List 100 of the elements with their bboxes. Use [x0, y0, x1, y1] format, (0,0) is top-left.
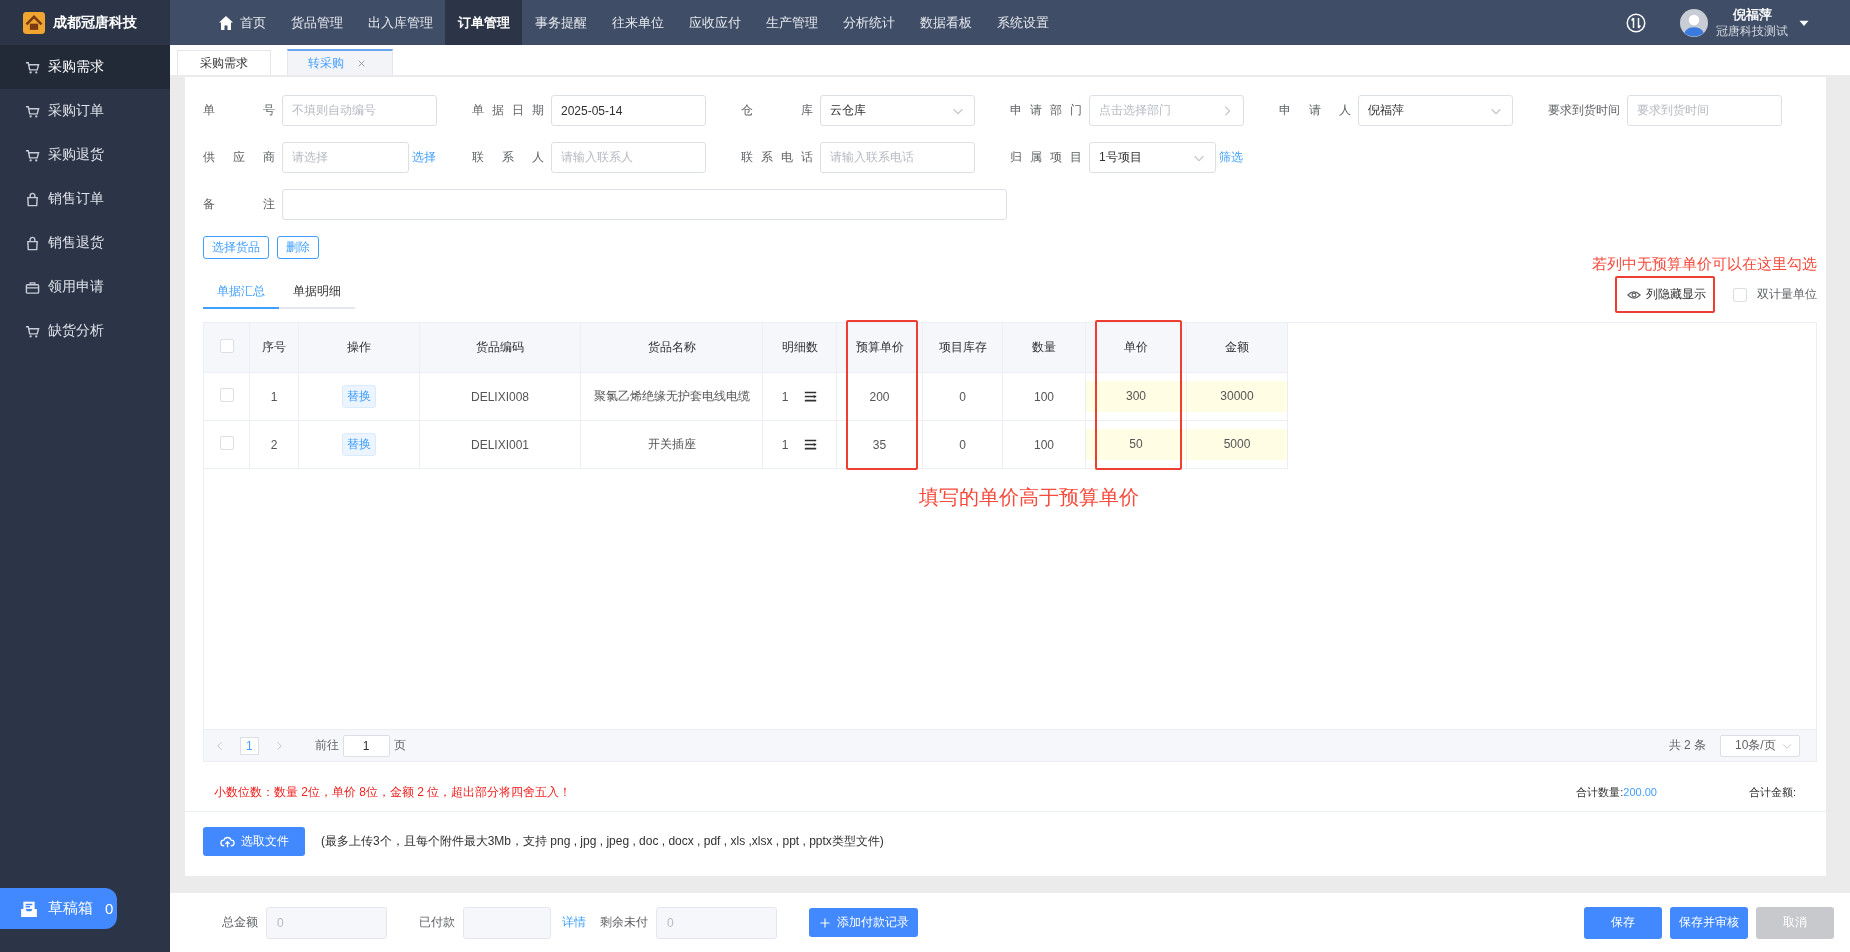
checkbox[interactable] — [219, 339, 234, 353]
field-label: 单据日期 — [472, 102, 544, 119]
column-header: 单价 — [1085, 323, 1187, 373]
detail-count: 1 — [781, 389, 789, 404]
column-header: 数量 — [1002, 323, 1086, 373]
checkbox[interactable] — [219, 388, 234, 402]
nav-item[interactable]: 货品管理 — [278, 0, 355, 45]
field-label: 归属项目 — [1010, 149, 1082, 166]
select-field[interactable]: 云仓库 — [820, 95, 975, 126]
sidebar-item[interactable]: 采购需求 — [0, 45, 170, 89]
field-label: 备注 — [203, 196, 275, 213]
field-label: 申请部门 — [1010, 102, 1082, 119]
detail-count: 1 — [781, 437, 789, 452]
nav-item[interactable]: 分析统计 — [830, 0, 907, 45]
briefcase-icon — [25, 279, 40, 295]
rounding-note: 小数位数：数量 2位，单价 8位，金额 2 位，超出部分将四舍五入！ — [214, 784, 572, 801]
annotation-text: 若列中无预算单价可以在这里勾选 — [1592, 254, 1817, 274]
table-cell: 聚氯乙烯绝缘无护套电线电缆 — [580, 372, 763, 421]
column-header: 项目库存 — [922, 323, 1003, 373]
cloud-upload-icon — [219, 834, 235, 849]
avatar-icon — [1680, 8, 1708, 37]
nav-item[interactable]: 应收应付 — [676, 0, 753, 45]
list-icon — [804, 438, 818, 451]
table-cell: DELIXI008 — [419, 372, 581, 421]
sidebar-item[interactable]: 领用申请 — [0, 265, 170, 309]
cell-input-field[interactable]: 50 — [1086, 429, 1186, 460]
sidebar-item[interactable]: 销售退货 — [0, 221, 170, 265]
cell-input-field[interactable]: 5000 — [1187, 429, 1287, 460]
cell-input-field[interactable]: 30000 — [1187, 381, 1287, 412]
cart-icon — [25, 147, 40, 163]
sidebar-item[interactable]: 采购订单 — [0, 89, 170, 133]
checkbox[interactable] — [219, 436, 234, 450]
column-header: 货品名称 — [580, 323, 763, 373]
cart-icon — [25, 103, 40, 119]
field-label: 剩余未付 — [600, 914, 648, 931]
page-input-field[interactable]: 1 — [342, 734, 390, 757]
nav-item[interactable]: 出入库管理 — [355, 0, 445, 45]
circle-arrows-icon — [1626, 12, 1646, 33]
brand-name: 成都冠唐科技 — [53, 13, 137, 32]
nav-item[interactable]: 数据看板 — [907, 0, 984, 45]
column-header: 序号 — [249, 323, 299, 373]
upload-hint: (最多上传3个，且每个附件最大3Mb，支持 png , jpg , jpeg , doc , docx , pdf , xls ,xlsx , ppt , pptx类型文件) — [321, 833, 884, 850]
field-label: 申请人 — [1279, 102, 1351, 119]
detail-tab[interactable]: 单据明细 — [279, 277, 355, 307]
field-label: 单号 — [203, 102, 275, 119]
table-cell: 200 — [836, 372, 923, 421]
total-count: 共 2 条 — [1668, 737, 1706, 754]
table-cell: 0 — [922, 372, 1003, 421]
company-name: 冠唐科技测试 — [1716, 22, 1788, 39]
nav-item[interactable]: 事务提醒 — [522, 0, 599, 45]
table-cell: 开关插座 — [580, 420, 763, 469]
field-label: 联系人 — [472, 149, 544, 166]
cell-input-field[interactable]: 300 — [1086, 381, 1186, 412]
table-cell: 100 — [1002, 420, 1086, 469]
logo-icon — [23, 11, 45, 34]
table-cell: DELIXI001 — [419, 420, 581, 469]
field-label: 要求到货时间 — [1548, 102, 1620, 119]
table-cell: 0 — [922, 420, 1003, 469]
column-visibility-button[interactable]: 列隐藏显示 — [1615, 276, 1715, 313]
column-header: 明细数 — [762, 323, 837, 373]
column-header: 货品编码 — [419, 323, 581, 373]
input-field[interactable]: 2025-05-14 — [551, 95, 706, 126]
page-suffix: 页 — [393, 737, 406, 754]
table-cell: 35 — [836, 420, 923, 469]
table-cell: 100 — [1002, 372, 1086, 421]
input-field[interactable] — [463, 906, 551, 939]
nav-item[interactable]: 首页 — [205, 0, 278, 45]
page-size-select[interactable]: 10条/页 — [1720, 734, 1800, 757]
nav-item[interactable]: 往来单位 — [599, 0, 676, 45]
checkbox-label: 双计量单位 — [1757, 286, 1817, 303]
total-quantity: 200.00 — [1623, 786, 1657, 798]
bag-icon — [25, 191, 40, 207]
column-header: 操作 — [298, 323, 420, 373]
nav-item[interactable]: 订单管理 — [445, 0, 522, 45]
nav-item[interactable]: 系统设置 — [984, 0, 1061, 45]
nav-item[interactable]: 生产管理 — [753, 0, 830, 45]
field-label: 联系电话 — [741, 149, 813, 166]
list-icon — [804, 390, 818, 403]
checkbox[interactable] — [1733, 287, 1747, 302]
table-cell: 1 — [249, 372, 299, 421]
user-name: 倪福萍 — [1731, 6, 1773, 23]
inbox-icon — [20, 899, 38, 918]
sidebar-item[interactable]: 采购退货 — [0, 133, 170, 177]
sidebar-item[interactable]: 缺货分析 — [0, 309, 170, 353]
select-field[interactable]: 1号项目 — [1089, 142, 1216, 173]
field-label: 已付款 — [419, 914, 455, 931]
column-header: 金额 — [1186, 323, 1288, 373]
sidebar-item[interactable]: 销售订单 — [0, 177, 170, 221]
select-field[interactable]: 倪福萍 — [1358, 95, 1513, 126]
table-cell: 2 — [249, 420, 299, 469]
input-field[interactable] — [282, 189, 1007, 220]
bag-icon — [25, 235, 40, 251]
field-label: 总金额 — [222, 914, 258, 931]
plus-icon — [818, 916, 831, 929]
field-label: 仓库 — [741, 102, 813, 119]
total-quantity-label: 合计数量: — [1576, 786, 1624, 798]
page-tab[interactable]: 采购需求 — [177, 50, 271, 75]
column-header: 预算单价 — [836, 323, 923, 373]
field-label: 供应商 — [203, 149, 275, 166]
cart-icon — [25, 59, 40, 75]
